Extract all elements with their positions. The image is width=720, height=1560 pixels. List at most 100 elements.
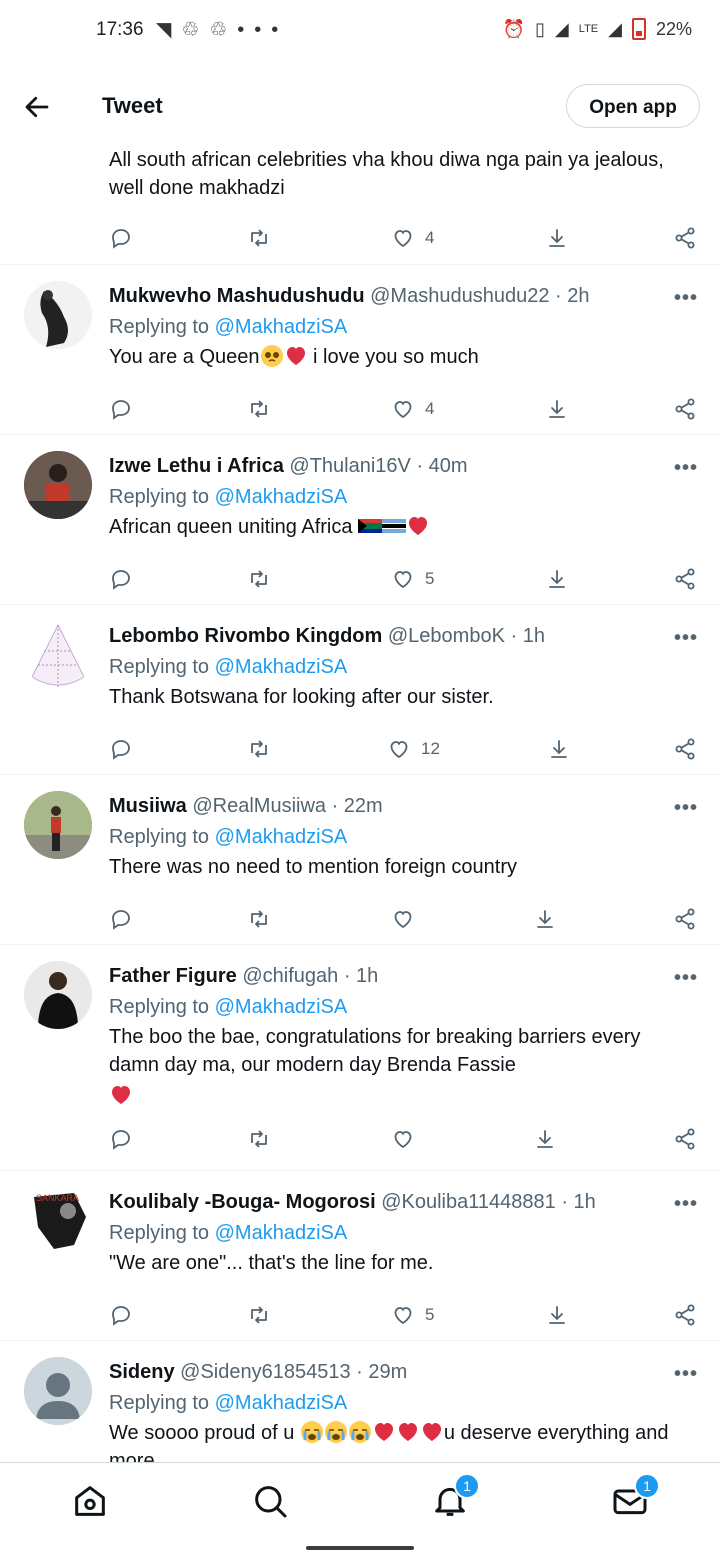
retweet-button[interactable] <box>247 567 271 591</box>
download-button[interactable] <box>545 1303 569 1327</box>
like-count: 4 <box>425 399 435 418</box>
author-handle[interactable]: @chifugah <box>242 965 338 987</box>
back-arrow-icon[interactable] <box>22 92 52 122</box>
like-button[interactable]: 4 <box>391 397 434 421</box>
battery-level: 22% <box>655 18 692 39</box>
author-name[interactable]: Musiiwa <box>109 795 187 817</box>
reply-button[interactable] <box>109 1127 133 1151</box>
gesture-bar[interactable] <box>306 1546 414 1550</box>
tweet[interactable]: SANKARA ••• Koulibaly -Bouga- Mogorosi @… <box>0 1171 720 1341</box>
avatar[interactable] <box>24 1357 92 1425</box>
tweet[interactable]: ••• Lebombo Rivombo Kingdom @LebomboK · … <box>0 605 720 775</box>
download-button[interactable] <box>545 226 569 250</box>
more-icon[interactable]: ••• <box>674 797 698 820</box>
tweet[interactable]: ••• Izwe Lethu i Africa @Thulani16V · 40… <box>0 435 720 605</box>
retweet-button[interactable] <box>247 737 271 761</box>
more-icon[interactable]: ••• <box>674 287 698 310</box>
author-name[interactable]: Father Figure <box>109 965 237 987</box>
nav-notifications[interactable]: 1 <box>430 1473 480 1521</box>
avatar[interactable] <box>24 621 92 689</box>
author-handle[interactable]: @RealMusiiwa <box>192 795 326 817</box>
retweet-icon <box>251 1306 267 1324</box>
replying-handle[interactable]: @MakhadziSA <box>215 316 348 338</box>
replying-line: Replying to @MakhadziSA <box>109 1387 694 1419</box>
author-handle[interactable]: @Kouliba11448881 <box>381 1191 556 1213</box>
avatar[interactable] <box>24 451 92 519</box>
more-icon[interactable]: ••• <box>674 967 698 990</box>
replies-feed[interactable]: All south african celebrities vha khou d… <box>0 140 720 1462</box>
status-bar: 17:36 ◥♲♲••• ⏰ ▯ ◢ LTE ◢ 22% <box>0 0 720 60</box>
avatar[interactable]: SANKARA <box>24 1187 92 1255</box>
like-count: 4 <box>425 228 435 247</box>
avatar[interactable] <box>24 791 92 859</box>
like-button[interactable]: 5 <box>391 567 434 591</box>
open-app-button[interactable]: Open app <box>566 84 700 128</box>
like-button[interactable]: 12 <box>387 737 440 761</box>
nav-search[interactable] <box>250 1481 290 1521</box>
reply-button[interactable] <box>109 907 133 931</box>
heart-icon <box>394 1131 412 1149</box>
share-icon <box>675 1304 695 1326</box>
download-button[interactable] <box>545 397 569 421</box>
download-button[interactable] <box>547 737 571 761</box>
tweet[interactable]: ••• Sideny @Sideny61854513 · 29m Replyin… <box>0 1341 720 1462</box>
share-button[interactable] <box>673 907 697 931</box>
author-name[interactable]: Koulibaly -Bouga- Mogorosi <box>109 1191 376 1213</box>
reply-button[interactable] <box>109 397 133 421</box>
replying-label: Replying to <box>109 1392 210 1414</box>
author-name[interactable]: Lebombo Rivombo Kingdom <box>109 625 382 647</box>
share-button[interactable] <box>673 1303 697 1327</box>
author-name[interactable]: Izwe Lethu i Africa <box>109 455 284 477</box>
replying-handle[interactable]: @MakhadziSA <box>215 996 348 1018</box>
retweet-button[interactable] <box>247 1303 271 1327</box>
avatar[interactable] <box>24 281 92 349</box>
retweet-button[interactable] <box>247 907 271 931</box>
nav-home[interactable] <box>70 1481 110 1521</box>
share-button[interactable] <box>673 226 697 250</box>
tweet[interactable]: ••• Mukwevho Mashudushudu @Mashudushudu2… <box>0 265 720 435</box>
pleading-face-icon <box>260 345 283 367</box>
author-handle[interactable]: @Sideny61854513 <box>180 1361 350 1383</box>
share-button[interactable] <box>673 1127 697 1151</box>
download-button[interactable] <box>533 1127 557 1151</box>
share-button[interactable] <box>673 397 697 421</box>
reply-button[interactable] <box>109 226 133 250</box>
red-heart-icon <box>374 1423 393 1441</box>
replying-handle[interactable]: @MakhadziSA <box>215 1222 348 1244</box>
replying-handle[interactable]: @MakhadziSA <box>215 656 348 678</box>
reply-button[interactable] <box>109 737 133 761</box>
like-button[interactable]: 4 <box>391 226 434 250</box>
tweet[interactable]: ••• Musiiwa @RealMusiiwa · 22m Replying … <box>0 775 720 945</box>
tweet-partial[interactable]: All south african celebrities vha khou d… <box>0 140 720 265</box>
author-handle[interactable]: @Thulani16V <box>289 455 410 477</box>
like-button[interactable] <box>391 907 415 931</box>
share-button[interactable] <box>673 567 697 591</box>
replying-handle[interactable]: @MakhadziSA <box>215 486 348 508</box>
page-title: Tweet <box>102 93 163 118</box>
retweet-button[interactable] <box>247 226 271 250</box>
author-name[interactable]: Sideny <box>109 1361 175 1383</box>
author-handle[interactable]: @LebomboK <box>388 625 505 647</box>
tweet-text-part: You are a Queen <box>109 346 260 368</box>
replying-handle[interactable]: @MakhadziSA <box>215 1392 348 1414</box>
tweet-text: There was no need to mention foreign cou… <box>109 856 518 878</box>
author-handle[interactable]: @Mashudushudu22 <box>370 285 549 307</box>
share-button[interactable] <box>673 737 697 761</box>
replying-handle[interactable]: @MakhadziSA <box>215 826 348 848</box>
download-button[interactable] <box>533 907 557 931</box>
more-icon[interactable]: ••• <box>674 627 698 650</box>
nav-messages[interactable]: 1 <box>610 1473 660 1521</box>
retweet-button[interactable] <box>247 1127 271 1151</box>
reply-button[interactable] <box>109 567 133 591</box>
download-button[interactable] <box>545 567 569 591</box>
more-icon[interactable]: ••• <box>674 1193 698 1216</box>
tweet[interactable]: ••• Father Figure @chifugah · 1h Replyin… <box>0 945 720 1171</box>
reply-button[interactable] <box>109 1303 133 1327</box>
author-name[interactable]: Mukwevho Mashudushudu <box>109 285 365 307</box>
like-button[interactable]: 5 <box>391 1303 434 1327</box>
like-button[interactable] <box>391 1127 415 1151</box>
retweet-button[interactable] <box>247 397 271 421</box>
more-icon[interactable]: ••• <box>674 1363 698 1386</box>
more-icon[interactable]: ••• <box>674 457 698 480</box>
avatar[interactable] <box>24 961 92 1029</box>
